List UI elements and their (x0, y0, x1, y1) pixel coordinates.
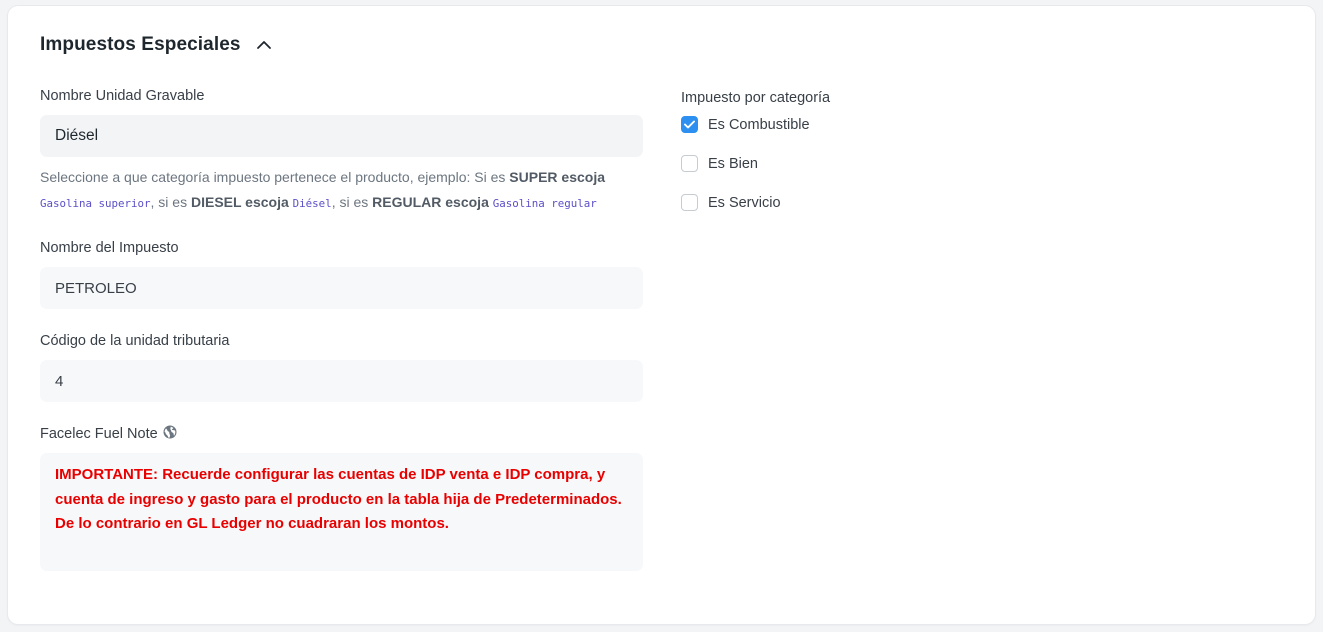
left-column: Nombre Unidad Gravable Diésel Seleccione… (40, 86, 643, 571)
fuel-note-field: Facelec Fuel Note IMPORTANTE: Recuerde c… (40, 424, 643, 571)
codigo-unidad-label: Código de la unidad tributaria (40, 333, 230, 349)
fuel-note-label: Facelec Fuel Note (40, 426, 158, 442)
checkbox-unchecked[interactable] (681, 155, 698, 172)
checkbox-label: Es Combustible (708, 116, 810, 133)
help-code-gasolina-superior: Gasolina superior (40, 196, 151, 210)
help-text: , si es (331, 193, 373, 210)
categoria-label: Impuesto por categoría (681, 90, 831, 106)
checkbox-label: Es Bien (708, 155, 758, 172)
help-bold-super: SUPER escoja (509, 169, 606, 185)
unidad-gravable-field: Nombre Unidad Gravable Diésel Seleccione… (40, 86, 643, 216)
checkbox-es-bien[interactable]: Es Bien (681, 155, 1081, 172)
unidad-gravable-label: Nombre Unidad Gravable (40, 88, 205, 104)
help-bold-regular: REGULAR escoja (372, 193, 489, 210)
impuestos-especiales-section: Impuestos Especiales Nombre Unidad Grava… (8, 6, 1315, 624)
help-text: , si es (150, 193, 191, 210)
codigo-unidad-field: Código de la unidad tributaria 4 (40, 331, 643, 402)
help-bold-diesel: DIESEL escoja (190, 193, 289, 210)
nombre-impuesto-value: PETROLEO (40, 267, 643, 309)
fuel-note-label-row: Facelec Fuel Note (40, 424, 643, 444)
section-title: Impuestos Especiales (40, 34, 241, 55)
check-icon (684, 120, 695, 129)
fuel-note-text: IMPORTANTE: Recuerde configurar las cuen… (55, 466, 622, 532)
unidad-gravable-help: Seleccione a que categoría impuesto pert… (40, 165, 643, 216)
checkbox-unchecked[interactable] (681, 194, 698, 211)
nombre-impuesto-label: Nombre del Impuesto (40, 240, 179, 256)
codigo-unidad-value: 4 (40, 360, 643, 402)
checkbox-label: Es Servicio (708, 194, 781, 211)
nombre-impuesto-field: Nombre del Impuesto PETROLEO (40, 238, 643, 309)
fuel-note-box: IMPORTANTE: Recuerde configurar las cuen… (40, 453, 643, 571)
help-code-diesel: Diésel (292, 196, 332, 210)
section-header[interactable]: Impuestos Especiales (40, 34, 275, 56)
globe-icon (163, 425, 177, 444)
help-code-gasolina-regular: Gasolina regular (492, 196, 597, 210)
checkbox-es-servicio[interactable]: Es Servicio (681, 194, 1081, 211)
right-column: Impuesto por categoría Es Combustible Es… (681, 88, 1081, 211)
unidad-gravable-input[interactable]: Diésel (40, 115, 643, 157)
checkbox-es-combustible[interactable]: Es Combustible (681, 116, 1081, 133)
help-text: Seleccione a que categoría impuesto pert… (40, 169, 510, 185)
checkbox-checked[interactable] (681, 116, 698, 133)
chevron-up-icon[interactable] (253, 34, 275, 56)
